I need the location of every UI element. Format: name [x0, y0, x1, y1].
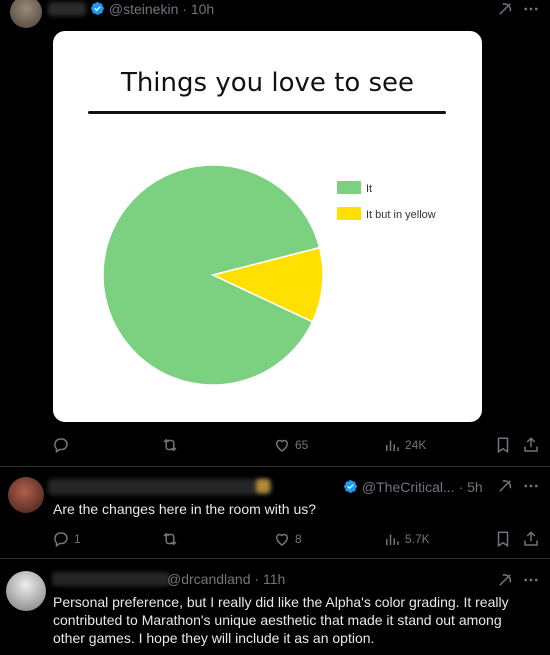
like-icon: [275, 439, 289, 452]
view-count: 5.7K: [405, 532, 430, 546]
grok-icon[interactable]: [496, 0, 514, 18]
legend-swatch: [337, 181, 361, 194]
post-text-line: contributed to Marathon's unique aesthet…: [53, 612, 502, 628]
views-icon: [386, 440, 399, 451]
reply-post: @drcandland · 11h Personal preference, b…: [0, 558, 550, 655]
redacted-display-name: [52, 572, 170, 586]
repost-icon: [163, 438, 177, 452]
post-header: @steinekin · 10h: [90, 1, 214, 17]
views-button[interactable]: 5.7K: [383, 530, 430, 548]
views-icon: [386, 534, 399, 545]
view-count: 24K: [405, 438, 427, 452]
like-count: 65: [295, 438, 309, 452]
author-handle[interactable]: @TheCritical...: [362, 479, 455, 495]
reply-icon: [54, 438, 68, 454]
post-image-card[interactable]: Things you love to see It It but in yello…: [53, 31, 482, 422]
post-text-line: Personal preference, but I really did li…: [53, 594, 509, 610]
post-header: @drcandland · 11h: [167, 571, 286, 587]
repost-button[interactable]: [161, 530, 179, 548]
grok-icon[interactable]: [496, 477, 514, 495]
bookmark-button[interactable]: [494, 436, 512, 454]
views-button[interactable]: 24K: [383, 436, 426, 454]
reply-post: @TheCritical... · 5h Are the changes her…: [0, 466, 550, 558]
reply-button[interactable]: 1: [52, 530, 81, 548]
like-button[interactable]: 65: [273, 436, 308, 454]
like-button[interactable]: 8: [273, 530, 302, 548]
redacted-emoji: [256, 479, 270, 493]
reply-button[interactable]: [52, 436, 74, 454]
post-time[interactable]: 10h: [191, 1, 214, 17]
redacted-display-name: [48, 2, 86, 16]
reply-icon: [54, 532, 68, 548]
bookmark-icon: [497, 437, 509, 454]
legend-label: It but in yellow: [366, 209, 436, 221]
post-main: @steinekin · 10h Things you love to see …: [0, 0, 550, 466]
avatar[interactable]: [8, 477, 44, 513]
share-icon: [524, 437, 538, 452]
verified-icon: [90, 1, 105, 16]
pie-chart: It It but in yellow: [102, 164, 436, 386]
legend-swatch: [337, 207, 361, 220]
grok-icon[interactable]: [496, 571, 514, 589]
avatar[interactable]: [6, 571, 46, 611]
like-count: 8: [295, 532, 302, 546]
reply-count: 1: [74, 532, 81, 546]
post-time[interactable]: 11h: [263, 571, 285, 587]
share-button[interactable]: [522, 436, 540, 454]
post-text: Are the changes here in the room with us…: [53, 501, 317, 517]
more-icon[interactable]: [522, 571, 540, 589]
post-text-line: other games. I hope they will include it…: [53, 630, 375, 646]
bookmark-button[interactable]: [494, 530, 512, 548]
post-text: Personal preference, but I really did li…: [53, 593, 543, 647]
bookmark-icon: [497, 531, 509, 548]
repost-button[interactable]: [161, 436, 183, 454]
redacted-display-name: [48, 479, 272, 495]
more-icon[interactable]: [522, 0, 540, 18]
author-handle[interactable]: @drcandland: [167, 571, 251, 587]
avatar[interactable]: [10, 0, 42, 28]
share-icon: [524, 531, 538, 546]
post-header: @TheCritical... · 5h: [343, 479, 483, 495]
verified-icon: [343, 479, 358, 494]
post-time[interactable]: 5h: [467, 479, 483, 495]
legend-label: It: [366, 183, 372, 195]
share-button[interactable]: [522, 530, 540, 548]
author-handle[interactable]: @steinekin: [109, 1, 178, 17]
more-icon[interactable]: [522, 477, 540, 495]
repost-icon: [163, 532, 177, 546]
like-icon: [275, 533, 289, 546]
